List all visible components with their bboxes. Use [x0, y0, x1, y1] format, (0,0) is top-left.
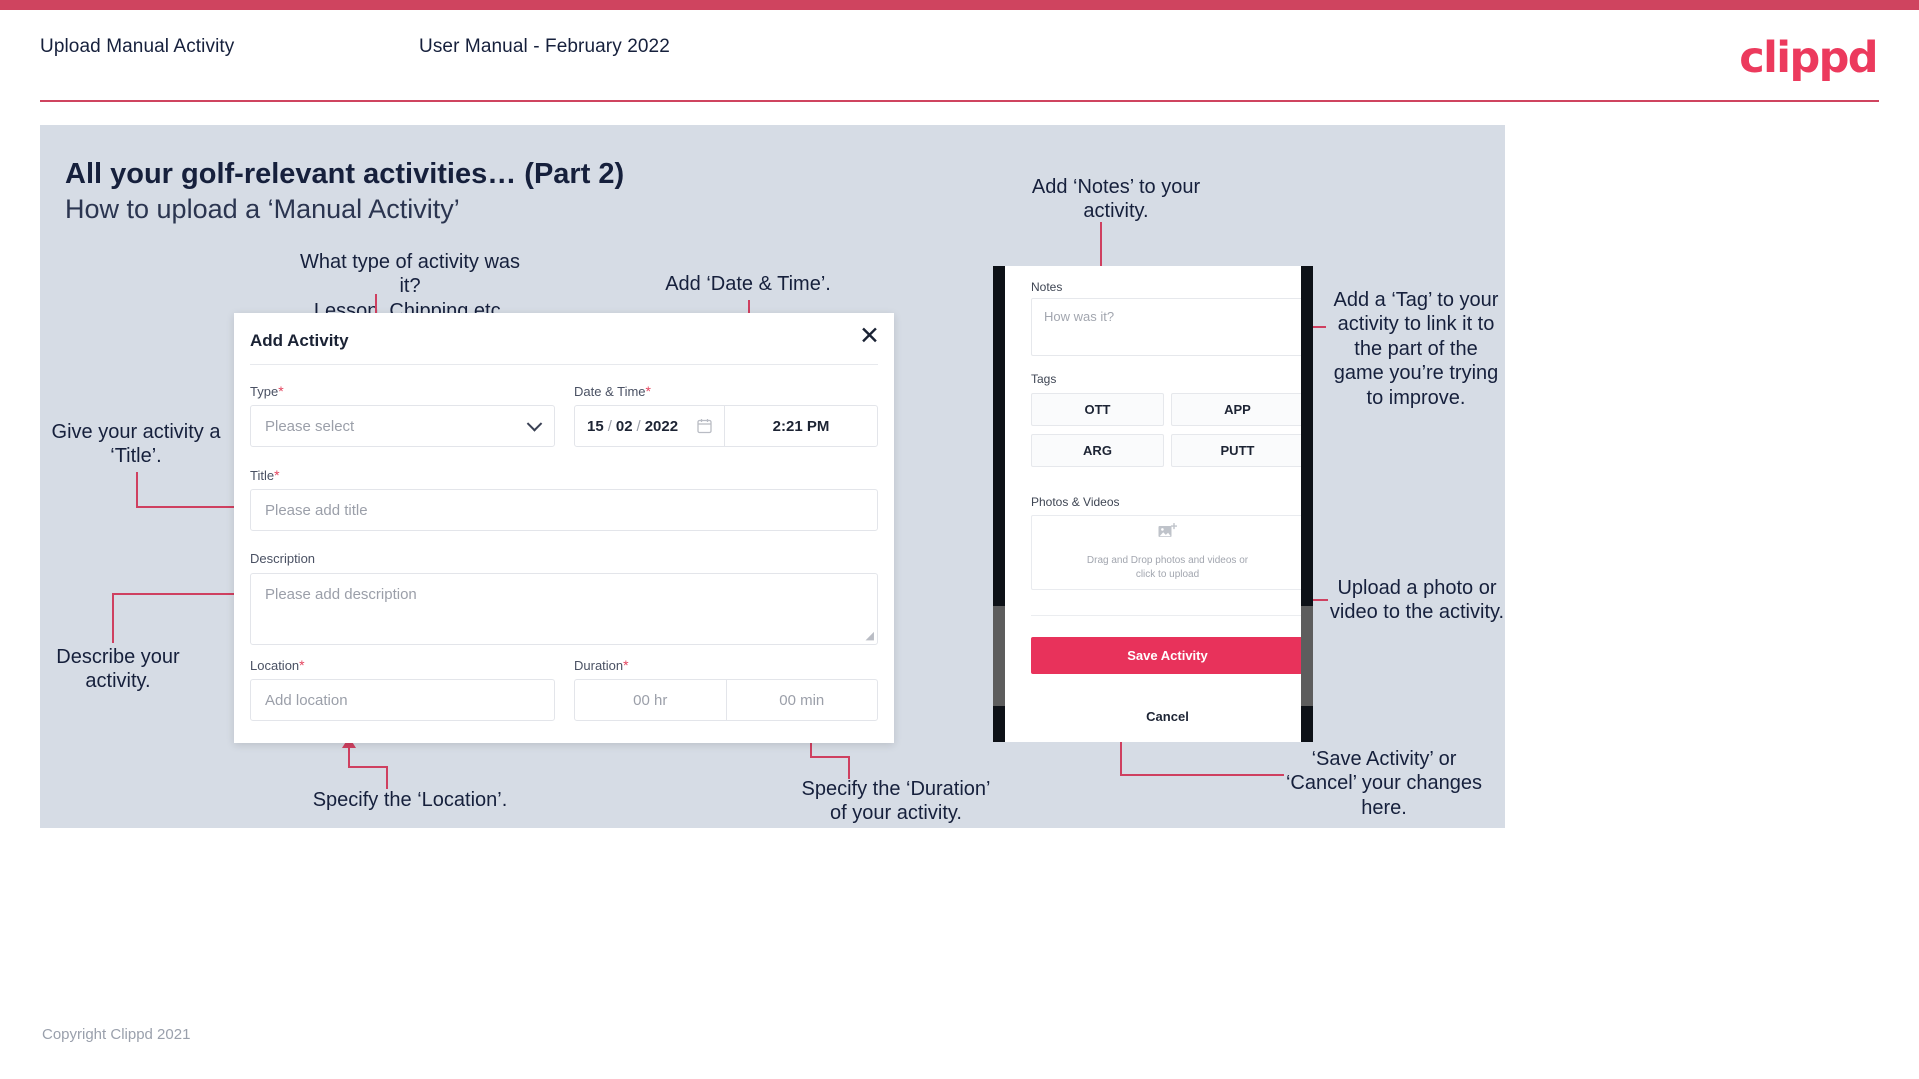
time-input[interactable]: 2:21 PM — [725, 406, 877, 446]
phone-divider — [1031, 615, 1301, 616]
annotation-date-time: Add ‘Date & Time’. — [665, 273, 831, 295]
connector-dur-v1 — [848, 757, 850, 779]
annotation-description: Describe your activity. — [56, 646, 180, 693]
dialog-divider — [250, 364, 878, 365]
notes-textarea[interactable]: How was it? — [1031, 298, 1301, 356]
dialog-title: Add Activity — [250, 331, 349, 350]
phone-left-edge-bottom — [993, 706, 1005, 742]
date-month: 02 — [615, 417, 633, 435]
connector-title-h — [136, 506, 242, 508]
location-placeholder: Add location — [265, 691, 348, 709]
duration-minutes-input[interactable]: 00 min — [725, 680, 878, 720]
datetime-label: Date & Time* — [574, 383, 651, 399]
connector-loc-v2 — [348, 748, 350, 768]
annotation-title: Give your activity a ‘Title’. — [51, 421, 221, 468]
type-select[interactable]: Please select — [250, 405, 555, 447]
photos-label: Photos & Videos — [1031, 495, 1120, 509]
notes-label: Notes — [1031, 280, 1063, 294]
annotation-tags: Add a ‘Tag’ to your activity to link it … — [1333, 289, 1499, 409]
slide-page: Upload Manual Activity User Manual - Feb… — [0, 0, 1919, 1079]
location-required: * — [299, 657, 305, 673]
duration-field: 00 hr 00 min — [574, 679, 878, 721]
resize-handle-icon[interactable]: ◢ — [866, 629, 874, 642]
header-center-title: User Manual - February 2022 — [419, 36, 670, 57]
title-placeholder: Please add title — [265, 501, 368, 519]
duration-label-text: Duration — [574, 658, 624, 673]
dropzone-text: Drag and Drop photos and videos or click… — [1086, 554, 1249, 581]
annotation-location: Specify the ‘Location’. — [312, 789, 508, 811]
save-activity-button[interactable]: Save Activity — [1031, 637, 1301, 674]
datetime-field[interactable]: 15 / 02 / 2022 2:21 PM — [574, 405, 878, 447]
date-year: 2022 — [644, 417, 679, 435]
phone-right-scrollbar[interactable] — [1301, 606, 1313, 706]
duration-hours-input[interactable]: 00 hr — [575, 680, 726, 720]
type-placeholder: Please select — [265, 417, 355, 435]
connector-save-h — [1120, 774, 1284, 776]
phone-left-edge-top — [993, 266, 1005, 606]
phone-screen: Notes How was it? Tags OTT APP ARG PUTT … — [1005, 266, 1301, 742]
tag-button-app[interactable]: APP — [1171, 393, 1301, 426]
description-textarea[interactable]: Please add description ◢ — [250, 573, 878, 645]
phone-left-scrollbar[interactable] — [993, 606, 1005, 706]
connector-loc-v1 — [386, 767, 388, 789]
connector-desc-v — [112, 595, 114, 643]
slide-subtitle: How to upload a ‘Manual Activity’ — [65, 194, 460, 224]
close-icon[interactable]: ✕ — [859, 323, 880, 348]
datetime-label-text: Date & Time — [574, 384, 646, 399]
add-activity-dialog: Add Activity ✕ Type* Please select Date … — [234, 313, 894, 743]
location-label: Location* — [250, 657, 305, 673]
annotation-notes: Add ‘Notes’ to your activity. — [1031, 176, 1201, 223]
connector-title-v — [136, 472, 138, 508]
header-divider — [40, 100, 1879, 102]
duration-required: * — [623, 657, 629, 673]
phone-mockup: Notes How was it? Tags OTT APP ARG PUTT … — [993, 266, 1313, 742]
date-input[interactable]: 15 / 02 / 2022 — [575, 406, 725, 446]
title-label-text: Title — [250, 468, 275, 483]
datetime-required: * — [645, 383, 651, 399]
title-required: * — [274, 467, 280, 483]
title-label: Title* — [250, 467, 280, 483]
description-placeholder: Please add description — [265, 586, 417, 603]
type-label-text: Type — [250, 384, 279, 399]
notes-placeholder: How was it? — [1044, 309, 1115, 324]
phone-right-edge-bottom — [1301, 706, 1313, 742]
type-label: Type* — [250, 383, 284, 399]
phone-right-edge-top — [1301, 266, 1313, 606]
date-day: 15 — [587, 417, 604, 435]
cancel-button[interactable]: Cancel — [1031, 709, 1301, 724]
type-required: * — [278, 383, 284, 399]
connector-desc-h — [112, 593, 242, 595]
top-accent-bar — [0, 0, 1919, 10]
chevron-down-icon — [526, 416, 543, 432]
tag-button-arg[interactable]: ARG — [1031, 434, 1164, 467]
tags-label: Tags — [1031, 372, 1057, 386]
connector-dur-h — [810, 756, 850, 758]
header-left-title: Upload Manual Activity — [40, 36, 235, 57]
tag-button-ott[interactable]: OTT — [1031, 393, 1164, 426]
connector-notes-v1 — [1100, 222, 1102, 270]
clippd-logo: clippd — [1739, 33, 1878, 83]
connector-loc-h — [348, 766, 388, 768]
add-image-icon — [1158, 522, 1178, 545]
annotation-save-cancel: ‘Save Activity’ or ‘Cancel’ your changes… — [1285, 748, 1483, 819]
tag-button-putt[interactable]: PUTT — [1171, 434, 1301, 467]
annotation-photos: Upload a photo or video to the activity. — [1329, 577, 1505, 624]
title-input[interactable]: Please add title — [250, 489, 878, 531]
date-sep-1: / — [607, 417, 612, 435]
location-label-text: Location — [250, 658, 300, 673]
photo-dropzone[interactable]: Drag and Drop photos and videos or click… — [1031, 515, 1301, 590]
footer-copyright: Copyright Clippd 2021 — [42, 1026, 191, 1043]
date-sep-2: / — [636, 417, 641, 435]
annotation-duration: Specify the ‘Duration’ of your activity. — [801, 778, 991, 825]
calendar-icon[interactable] — [697, 418, 712, 434]
location-input[interactable]: Add location — [250, 679, 555, 721]
slide-title: All your golf-relevant activities… (Part… — [65, 158, 625, 190]
description-label: Description — [250, 551, 316, 566]
duration-label: Duration* — [574, 657, 629, 673]
